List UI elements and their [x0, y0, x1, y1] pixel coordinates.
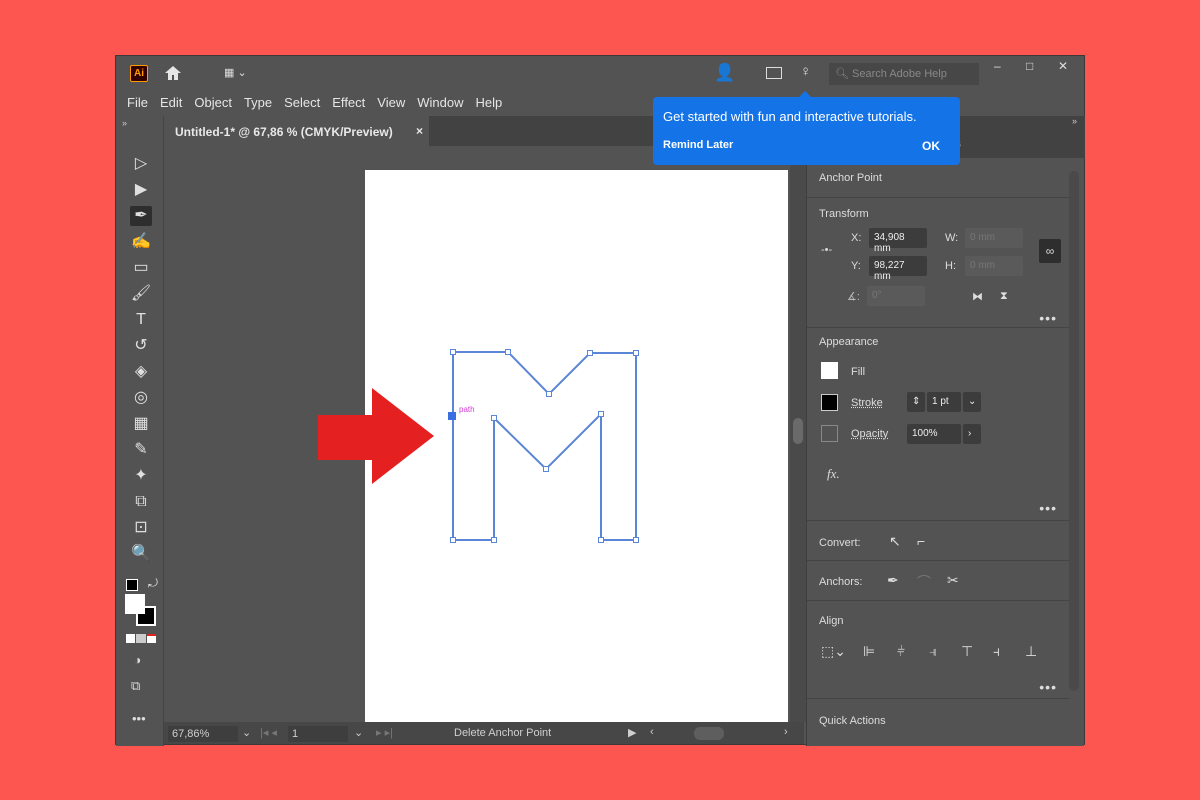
anchor-point[interactable]	[491, 537, 497, 543]
path-hint-label: path	[459, 405, 475, 414]
ok-button[interactable]: OK	[922, 139, 940, 153]
anchor-point[interactable]	[546, 391, 552, 397]
anchor-point[interactable]	[587, 350, 593, 356]
anchor-point[interactable]	[543, 466, 549, 472]
letter-m-path[interactable]	[452, 351, 637, 541]
anchor-point[interactable]	[491, 415, 497, 421]
artwork-overlay: path	[318, 349, 639, 543]
tooltip-message: Get started with fun and interactive tut…	[663, 109, 917, 124]
anchor-point[interactable]	[450, 349, 456, 355]
anchor-point[interactable]	[633, 537, 639, 543]
anchor-point[interactable]	[598, 411, 604, 417]
anchor-point[interactable]	[598, 537, 604, 543]
red-arrow	[318, 388, 434, 484]
anchor-point[interactable]	[633, 350, 639, 356]
anchor-point[interactable]	[505, 349, 511, 355]
selected-anchor-point[interactable]	[448, 412, 456, 420]
tooltip-pointer	[799, 91, 811, 97]
tutorial-tooltip: Get started with fun and interactive tut…	[653, 91, 960, 165]
anchor-point[interactable]	[450, 537, 456, 543]
remind-later-button[interactable]: Remind Later	[663, 139, 733, 151]
